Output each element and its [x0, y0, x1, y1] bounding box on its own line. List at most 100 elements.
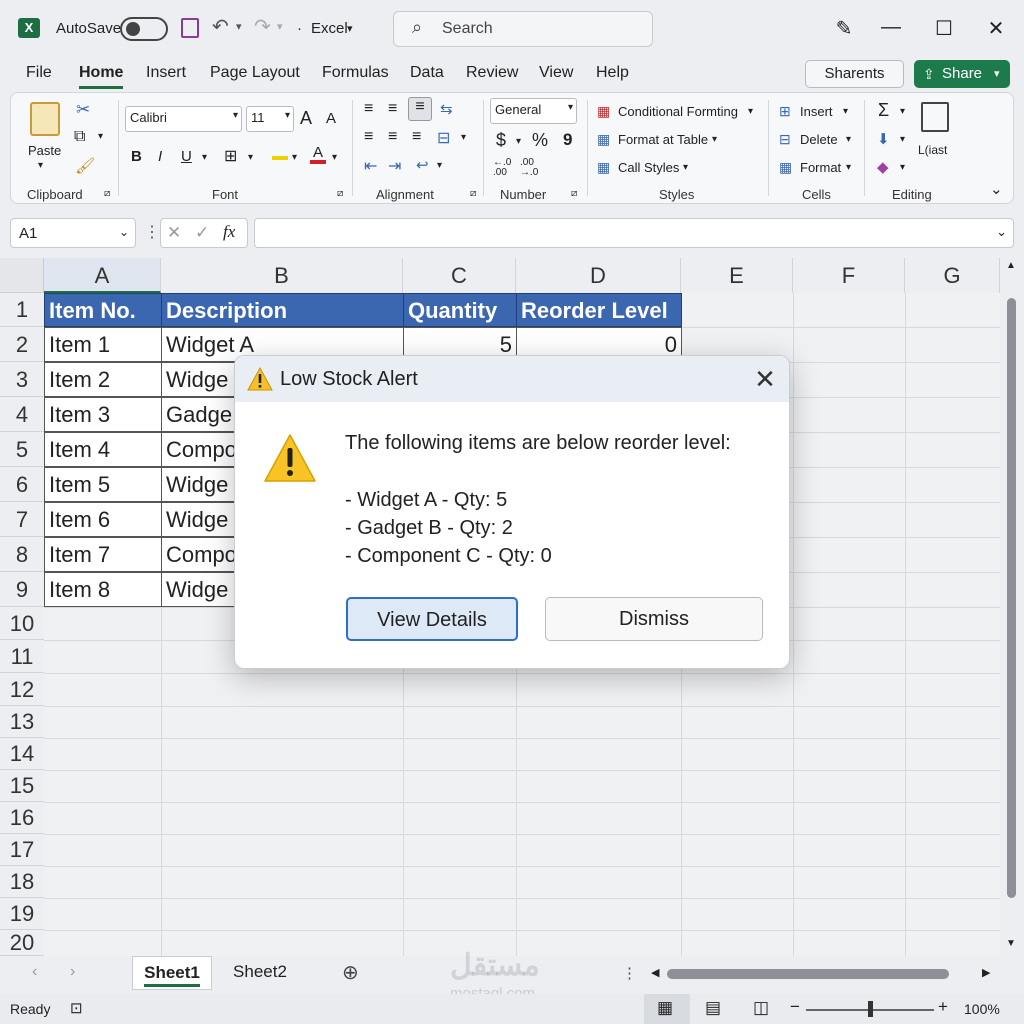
column-header[interactable]: G: [905, 258, 1000, 293]
prev-sheet-icon[interactable]: ‹: [32, 963, 37, 981]
close-window-icon[interactable]: ✕: [984, 16, 1008, 41]
increase-decimal-icon[interactable]: ←.0 .00: [493, 158, 517, 178]
zoom-level[interactable]: 100%: [964, 1001, 1000, 1017]
formula-input[interactable]: ⌄: [254, 218, 1014, 248]
maximize-icon[interactable]: ☐: [932, 16, 956, 41]
decrease-decimal-icon[interactable]: .00 →.0: [520, 158, 544, 178]
sheet-tab-active[interactable]: Sheet1: [132, 956, 212, 990]
app-name[interactable]: Excel: [311, 20, 348, 37]
table-header-cell[interactable]: Quantity: [403, 293, 517, 327]
row-header[interactable]: 2: [0, 327, 44, 362]
copy-dropdown-icon[interactable]: ▾: [98, 131, 103, 142]
name-box[interactable]: A1 ⌄: [10, 218, 136, 248]
undo-icon[interactable]: ↶: [212, 14, 229, 39]
cell-styles-button[interactable]: Call Styles: [618, 160, 679, 175]
fill-dropdown-icon[interactable]: ▾: [900, 134, 905, 145]
app-name-dropdown-icon[interactable]: ▾: [347, 22, 353, 35]
format-cells-icon[interactable]: ▦: [779, 159, 792, 176]
borders-icon[interactable]: ⊞: [224, 146, 237, 166]
clipboard-launcher-icon[interactable]: ⧄: [104, 188, 110, 199]
borders-dropdown-icon[interactable]: ▾: [248, 152, 253, 163]
align-left-icon[interactable]: ≡: [364, 128, 373, 146]
delete-cells-icon[interactable]: ⊟: [779, 131, 791, 148]
grow-font-icon[interactable]: A: [300, 108, 312, 129]
alignment-launcher-icon[interactable]: ⧄: [470, 188, 476, 199]
row-header[interactable]: 4: [0, 397, 44, 432]
underline-button[interactable]: U: [181, 148, 192, 165]
scroll-down-icon[interactable]: ▼: [1006, 938, 1016, 949]
more-icon[interactable]: ⋮: [144, 222, 160, 242]
dismiss-button[interactable]: Dismiss: [545, 597, 763, 641]
page-break-view-icon[interactable]: ◫: [753, 998, 769, 1018]
sort-filter-icon[interactable]: [921, 102, 949, 132]
share-button[interactable]: ⇪ Share ▾: [914, 60, 1010, 88]
menu-data[interactable]: Data: [410, 64, 444, 82]
table-cell[interactable]: Item 6: [44, 502, 162, 537]
currency-dropdown-icon[interactable]: ▾: [516, 136, 521, 147]
row-header[interactable]: 12: [0, 673, 44, 706]
accessibility-icon[interactable]: ⊡: [70, 999, 83, 1017]
row-header[interactable]: 16: [0, 802, 44, 834]
format-cells-button[interactable]: Format: [800, 160, 841, 175]
normal-view-button[interactable]: ▦: [644, 994, 690, 1024]
align-top-icon[interactable]: ≡: [364, 100, 373, 118]
align-middle-icon[interactable]: ≡: [388, 100, 397, 118]
row-header[interactable]: 10: [0, 607, 44, 640]
row-header[interactable]: 6: [0, 467, 44, 502]
sharents-button[interactable]: Sharents: [805, 60, 904, 88]
align-bottom-icon[interactable]: ≡: [408, 97, 432, 121]
table-cell[interactable]: Item 4: [44, 432, 162, 467]
vertical-scroll-thumb[interactable]: [1007, 298, 1016, 898]
cut-icon[interactable]: ✂: [76, 100, 90, 120]
ribbon-collapse-icon[interactable]: ⌄: [990, 180, 1003, 198]
menu-page-layout[interactable]: Page Layout: [210, 64, 300, 82]
column-header[interactable]: C: [403, 258, 516, 293]
redo-dropdown-icon[interactable]: ▾: [277, 20, 283, 33]
align-center-icon[interactable]: ≡: [388, 128, 397, 146]
wrap-text-icon[interactable]: ↩: [416, 156, 429, 174]
conditional-formatting-button[interactable]: Conditional Formting: [618, 104, 738, 119]
format-table-icon[interactable]: ▦: [597, 131, 610, 148]
table-cell[interactable]: Item 5: [44, 467, 162, 502]
format-table-dropdown-icon[interactable]: ▾: [712, 134, 717, 145]
decrease-indent-icon[interactable]: ⇤: [364, 156, 377, 176]
column-header[interactable]: F: [793, 258, 905, 293]
next-sheet-icon[interactable]: ›: [70, 963, 75, 981]
merge-dropdown-icon[interactable]: ▾: [461, 132, 466, 143]
autosave-toggle[interactable]: [120, 17, 168, 41]
table-cell[interactable]: Item 7: [44, 537, 162, 572]
font-launcher-icon[interactable]: ⧄: [337, 188, 343, 199]
currency-icon[interactable]: $: [496, 130, 506, 151]
cell-styles-icon[interactable]: ▦: [597, 159, 610, 176]
shrink-font-icon[interactable]: A: [326, 110, 336, 127]
insert-cells-button[interactable]: Insert: [800, 104, 833, 119]
menu-home[interactable]: Home: [79, 64, 124, 89]
percent-icon[interactable]: %: [532, 130, 548, 151]
row-header[interactable]: 20: [0, 930, 44, 956]
clear-dropdown-icon[interactable]: ▾: [900, 162, 905, 173]
conditional-formatting-icon[interactable]: ▦: [597, 103, 610, 120]
bold-button[interactable]: B: [131, 148, 142, 165]
table-cell[interactable]: Item 2: [44, 362, 162, 397]
table-header-cell[interactable]: Description: [161, 293, 404, 327]
add-sheet-icon[interactable]: ⊕: [342, 960, 359, 985]
row-header[interactable]: 11: [0, 640, 44, 673]
row-header[interactable]: 19: [0, 898, 44, 930]
comma-style-icon[interactable]: 9: [563, 130, 572, 150]
table-header-cell[interactable]: Item No.: [44, 293, 162, 327]
row-header[interactable]: 14: [0, 738, 44, 770]
copy-icon[interactable]: ⧉: [74, 128, 85, 146]
clear-icon[interactable]: ◆: [877, 158, 889, 176]
zoom-slider-thumb[interactable]: [868, 1001, 873, 1017]
row-header[interactable]: 9: [0, 572, 44, 607]
format-painter-icon[interactable]: 🖌: [75, 156, 95, 176]
font-color-dropdown-icon[interactable]: ▾: [332, 152, 337, 163]
paste-icon[interactable]: [30, 102, 60, 136]
merge-center-icon[interactable]: ⊟: [437, 128, 450, 148]
autosum-dropdown-icon[interactable]: ▾: [900, 106, 905, 117]
row-header[interactable]: 15: [0, 770, 44, 802]
table-header-cell[interactable]: Reorder Level: [516, 293, 682, 327]
insert-dropdown-icon[interactable]: ▾: [843, 106, 848, 117]
font-size-select[interactable]: 11 ▾: [246, 106, 294, 132]
redo-icon[interactable]: ↷: [254, 14, 271, 39]
